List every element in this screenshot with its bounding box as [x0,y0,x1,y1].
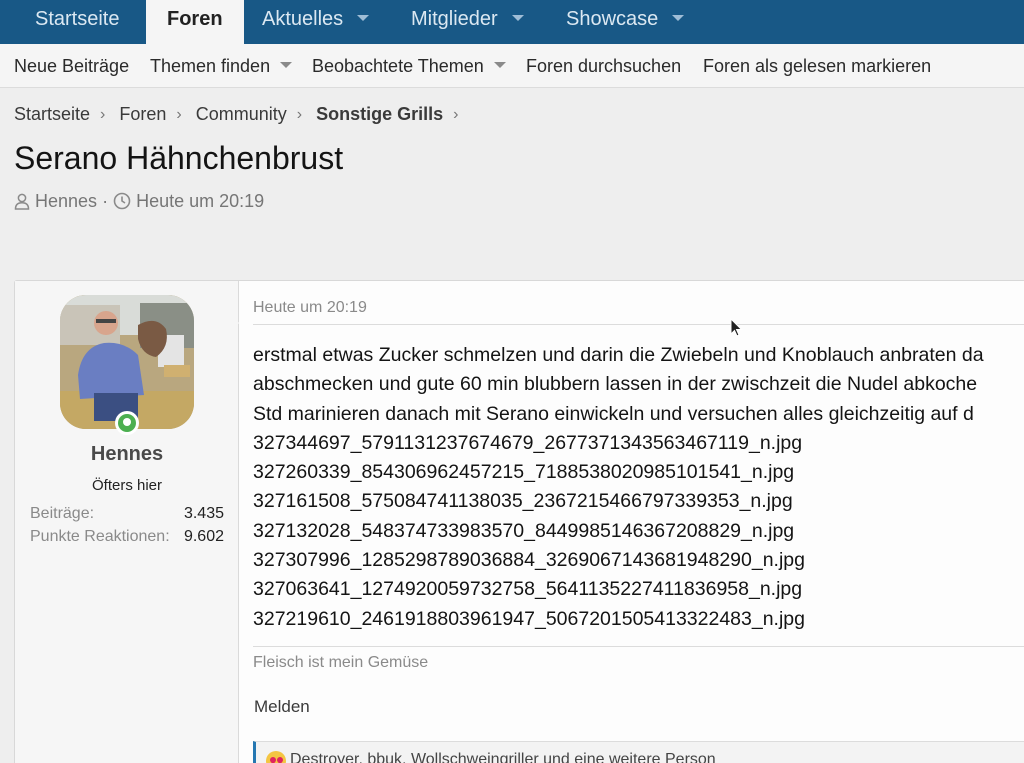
reactions-bar[interactable]: Destroyer, bbuk, Wollschweingriller und … [253,741,1024,763]
heart-eyes-icon [266,751,286,763]
report-button[interactable]: Melden [254,697,310,717]
chevron-down-icon[interactable] [280,62,293,69]
chevron-right-icon: › [453,106,459,124]
attachment-filename: 327161508_575084741138035_23672154667973… [253,490,793,513]
chevron-right-icon: › [100,106,106,124]
nav-tab-showcase[interactable]: Showcase [566,0,685,44]
stat-label: Beiträge: [30,505,95,522]
breadcrumb-sonstige-grills[interactable]: Sonstige Grills [316,104,443,124]
post-body: erstmal etwas Zucker schmelzen und darin… [253,341,984,634]
breadcrumb: Startseite › Foren › Community › Sonstige G… [14,104,468,125]
subnav-mark-read[interactable]: Foren als gelesen markieren [703,44,931,88]
clock-icon [113,192,131,210]
top-navigation: Startseite Foren Aktuelles Mitglieder Sh… [0,0,1024,44]
subnav-find-threads[interactable]: Themen finden [150,44,293,88]
user-cell: Hennes Öfters hier Beiträge: 3.435 Punkt… [15,281,239,763]
subnav-find-threads-label: Themen finden [150,56,271,76]
chevron-down-icon[interactable] [493,62,506,69]
avatar-photo [60,295,194,429]
chevron-down-icon[interactable] [357,14,370,21]
nav-tab-startseite[interactable]: Startseite [35,0,119,44]
post-username[interactable]: Hennes [15,443,239,466]
chevron-down-icon[interactable] [672,14,685,21]
thread-author-link[interactable]: Hennes [35,191,97,211]
attachment-filename: 327219610_2461918803961947_5067201505413… [253,607,805,630]
attachment-filename: 327132028_548374733983570_84499851463672… [253,519,795,542]
subnav-watched-threads[interactable]: Beobachtete Themen [312,44,506,88]
sub-navigation: Neue Beiträge Themen finden Beobachtete … [0,44,1024,88]
user-signature: Fleisch ist mein Gemüse [253,654,429,671]
online-status-indicator [115,411,139,435]
post-message: Hennes Öfters hier Beiträge: 3.435 Punkt… [14,280,1024,763]
stat-value: 9.602 [183,528,224,545]
stat-label: Punkte Reaktionen: [30,528,170,545]
subnav-watched-threads-label: Beobachtete Themen [312,56,484,76]
post-line: erstmal etwas Zucker schmelzen und darin… [253,344,984,366]
nav-tab-aktuelles-label: Aktuelles [262,8,344,30]
chevron-down-icon[interactable] [511,14,524,21]
breadcrumb-foren[interactable]: Foren [119,104,166,124]
meta-separator: · [102,191,109,211]
user-cell-arrow [238,313,248,333]
mouse-cursor-icon [730,318,743,337]
attachment-filename: 327063641_1274920059732758_5641135227411… [253,578,803,601]
nav-tab-mitglieder-label: Mitglieder [411,8,498,30]
user-stat-posts: Beiträge: 3.435 [30,505,224,523]
divider [253,324,1024,325]
stat-value: 3.435 [183,505,224,522]
nav-tab-foren[interactable]: Foren [146,0,244,44]
divider [253,646,1024,647]
nav-tab-showcase-label: Showcase [566,8,659,30]
attachment-filename: 327344697_5791131237674679_2677371343563… [253,431,803,454]
user-title: Öfters hier [91,477,163,494]
attachment-filename: 327307996_1285298789036884_3269067143681… [253,549,805,572]
post-date[interactable]: Heute um 20:19 [253,299,367,317]
post-line: Std marinieren danach mit Serano einwick… [253,402,974,425]
reactions-list[interactable]: Destroyer, bbuk, Wollschweingriller und … [290,751,716,763]
thread-start-date[interactable]: Heute um 20:19 [136,191,264,211]
nav-tab-aktuelles[interactable]: Aktuelles [262,0,370,44]
attachment-filename: 327260339_854306962457215_71885380209851… [253,461,795,484]
user-icon [14,193,30,210]
subnav-new-posts[interactable]: Neue Beiträge [14,44,129,88]
user-stat-reactions: Punkte Reaktionen: 9.602 [30,528,224,546]
breadcrumb-startseite[interactable]: Startseite [14,104,90,124]
subnav-search-forums[interactable]: Foren durchsuchen [526,44,681,88]
thread-meta: Hennes · Heute um 20:19 [14,191,264,212]
post-line: abschmecken und gute 60 min blubbern las… [253,373,978,396]
breadcrumb-community[interactable]: Community [196,104,287,124]
chevron-right-icon: › [176,106,182,124]
page-title: Serano Hähnchenbrust [14,140,344,176]
nav-tab-mitglieder[interactable]: Mitglieder [411,0,524,44]
chevron-right-icon: › [296,106,303,124]
avatar[interactable] [60,295,194,429]
